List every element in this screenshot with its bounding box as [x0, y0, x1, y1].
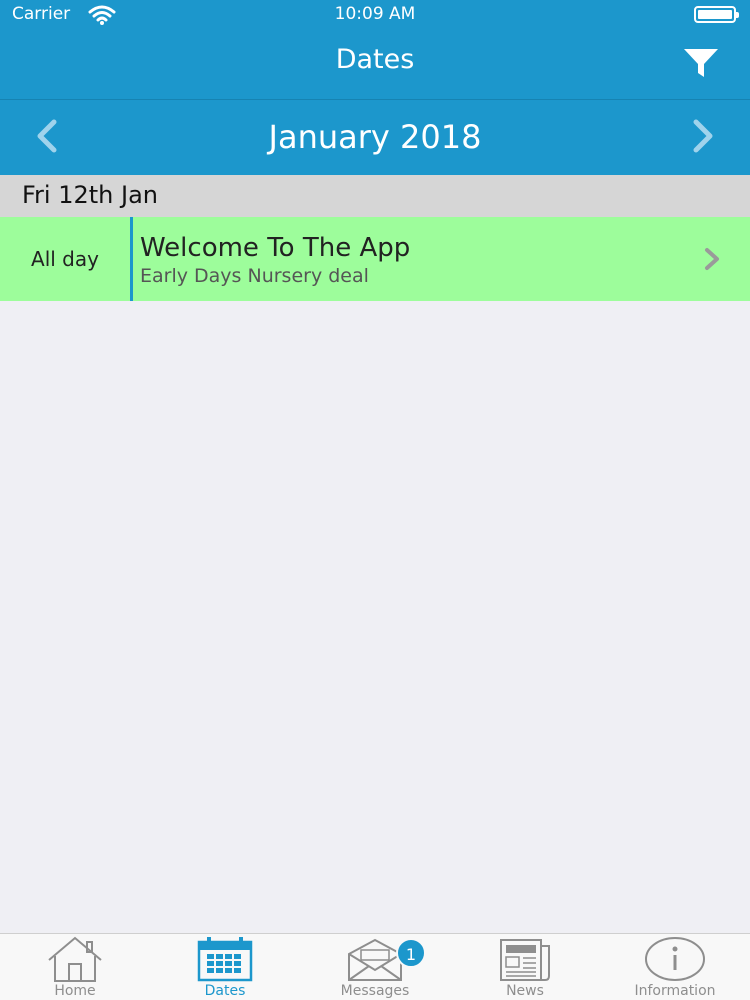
newspaper-icon [500, 939, 550, 981]
messages-badge: 1 [396, 938, 426, 968]
tab-information[interactable]: Information [600, 934, 750, 1000]
page-title: Dates [335, 44, 415, 75]
home-icon [48, 936, 102, 982]
status-bar: Carrier 10:09 AM [0, 0, 750, 30]
tab-home[interactable]: Home [0, 934, 150, 1000]
calendar-icon [197, 937, 253, 982]
tab-news[interactable]: News [450, 934, 600, 1000]
tab-bar: Home Dates 1 Messages News Information [0, 933, 750, 1000]
tab-label-messages: Messages [340, 983, 410, 999]
date-section-header: Fri 12th Jan [0, 175, 750, 217]
tab-messages[interactable]: 1 Messages [300, 934, 450, 1000]
tab-label-home: Home [54, 983, 96, 999]
nav-divider [0, 99, 750, 100]
battery-icon [694, 6, 739, 23]
next-month-button[interactable] [682, 116, 722, 156]
chevron-right-icon [705, 248, 719, 270]
event-row[interactable]: All day Welcome To The App Early Days Nu… [0, 217, 750, 301]
header: Carrier 10:09 AM Dates January 2018 [0, 0, 750, 175]
filter-icon[interactable] [682, 46, 720, 80]
event-time: All day [31, 247, 99, 271]
event-subtitle: Early Days Nursery deal [140, 265, 369, 287]
tab-dates[interactable]: Dates [150, 934, 300, 1000]
info-icon [645, 937, 705, 981]
tab-label-dates: Dates [204, 983, 246, 999]
tab-label-news: News [506, 983, 544, 999]
event-title: Welcome To The App [140, 233, 411, 263]
month-title: January 2018 [268, 118, 482, 156]
envelope-icon [348, 938, 402, 981]
tab-label-information: Information [634, 983, 716, 999]
status-time: 10:09 AM [334, 4, 416, 24]
event-accent-bar [130, 217, 133, 301]
